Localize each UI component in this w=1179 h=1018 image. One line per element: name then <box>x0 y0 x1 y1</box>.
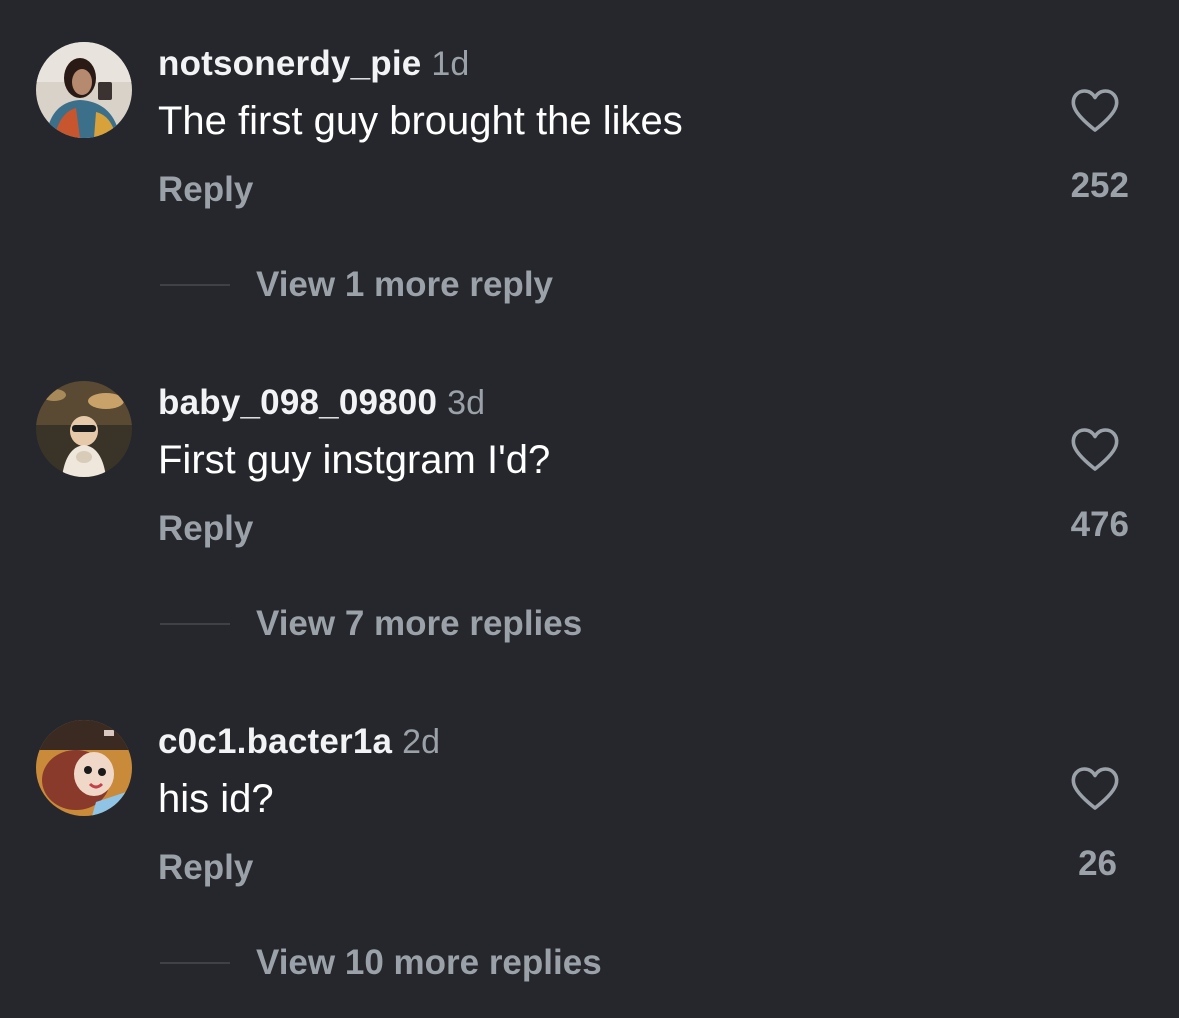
reply-thread-line <box>160 962 230 964</box>
reply-button[interactable]: Reply <box>158 507 253 551</box>
reply-thread-line <box>160 623 230 625</box>
username[interactable]: baby_098_09800 <box>158 383 437 422</box>
reply-thread-line <box>160 284 230 286</box>
like-button[interactable] <box>1070 427 1120 473</box>
avatar[interactable] <box>36 720 132 816</box>
reply-button[interactable]: Reply <box>158 168 253 212</box>
heart-outline-icon <box>1071 89 1119 132</box>
view-replies-button[interactable]: View 1 more reply <box>160 263 553 307</box>
comment-header: c0c1.bacter1a 2d <box>158 720 440 764</box>
comment-item: baby_098_09800 3d First guy instgram I'd?… <box>0 339 1179 679</box>
username[interactable]: notsonerdy_pie <box>158 44 421 83</box>
like-button[interactable] <box>1070 766 1120 812</box>
comment-text: The first guy brought the likes <box>158 99 683 143</box>
comment-header: baby_098_09800 3d <box>158 381 485 425</box>
timestamp: 2d <box>402 723 440 761</box>
timestamp: 3d <box>447 384 485 422</box>
like-count: 26 <box>1078 844 1117 883</box>
comment-item: notsonerdy_pie 1d The first guy brought t… <box>0 0 1179 340</box>
comment-text: his id? <box>158 777 274 821</box>
view-replies-button[interactable]: View 7 more replies <box>160 602 582 646</box>
heart-outline-icon <box>1071 428 1119 471</box>
view-replies-label: View 10 more replies <box>256 943 602 982</box>
like-count: 476 <box>1070 505 1129 544</box>
view-replies-label: View 7 more replies <box>256 604 583 643</box>
comment-item: c0c1.bacter1a 2d his id? Reply 26 View 10… <box>0 678 1179 1018</box>
view-replies-button[interactable]: View 10 more replies <box>160 941 602 985</box>
comment-header: notsonerdy_pie 1d <box>158 42 469 86</box>
avatar[interactable] <box>36 42 132 138</box>
heart-outline-icon <box>1071 767 1119 810</box>
timestamp: 1d <box>431 45 470 83</box>
like-button[interactable] <box>1070 88 1120 134</box>
reply-button[interactable]: Reply <box>158 846 253 890</box>
avatar[interactable] <box>36 381 132 477</box>
view-replies-label: View 1 more reply <box>256 265 554 304</box>
comment-text: First guy instgram I'd? <box>158 438 551 482</box>
username[interactable]: c0c1.bacter1a <box>158 722 392 761</box>
like-count: 252 <box>1070 166 1129 205</box>
